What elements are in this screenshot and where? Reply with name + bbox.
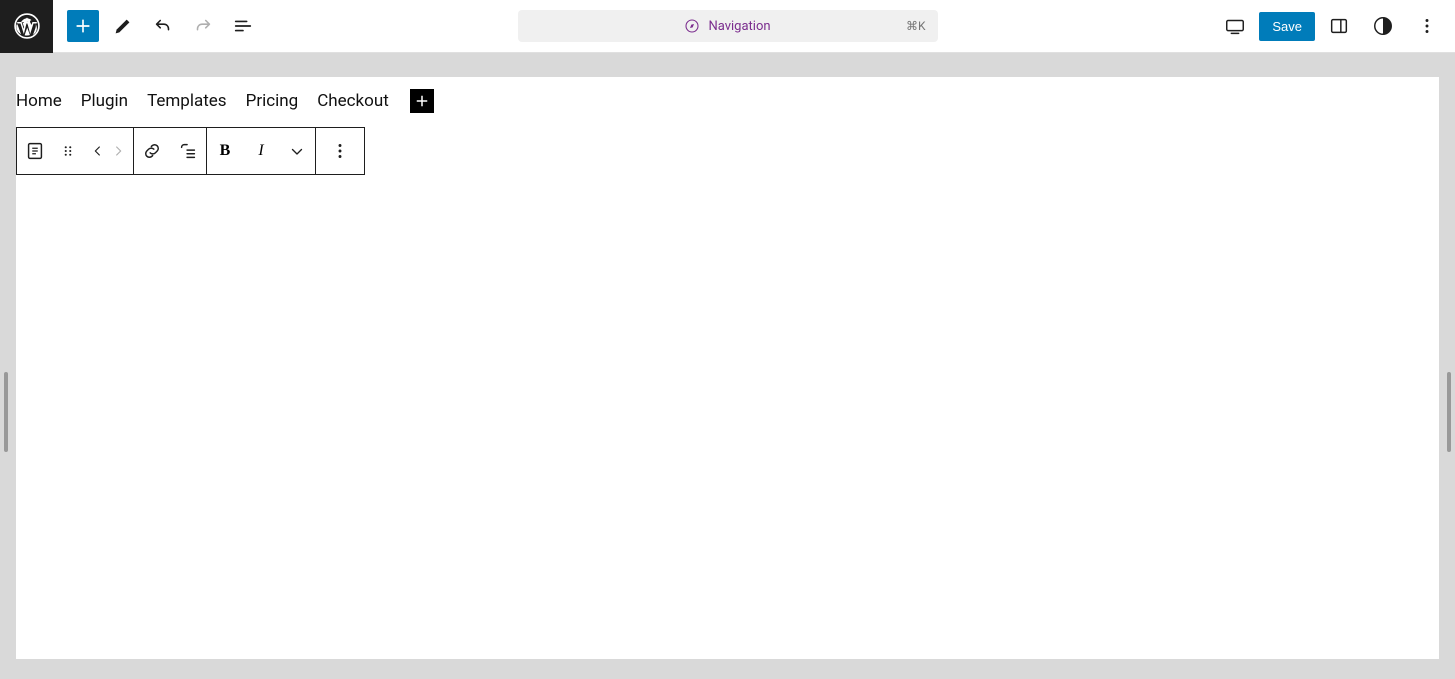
editor-canvas-wrapper: Home Plugin Templates Pricing Checkout [0, 53, 1455, 679]
move-right-button[interactable] [103, 128, 133, 174]
add-block-button[interactable] [67, 10, 99, 42]
wordpress-logo-button[interactable] [0, 0, 53, 53]
link-button[interactable] [134, 128, 170, 174]
more-vertical-icon [1416, 15, 1438, 37]
undo-button[interactable] [143, 6, 183, 46]
nav-item-checkout[interactable]: Checkout [317, 91, 389, 111]
italic-glyph: I [258, 142, 263, 160]
more-vertical-icon [329, 140, 351, 162]
sidebar-icon [1328, 15, 1350, 37]
view-button[interactable] [1215, 6, 1255, 46]
navigation-block[interactable]: Home Plugin Templates Pricing Checkout [16, 89, 1439, 113]
compass-icon [684, 18, 700, 34]
document-bar-label: Navigation [708, 19, 770, 34]
options-menu-button[interactable] [1407, 6, 1447, 46]
edit-tool-button[interactable] [103, 6, 143, 46]
redo-icon [192, 15, 214, 37]
topbar-right-tools: Save [1215, 6, 1455, 46]
topbar-center: Navigation ⌘K [518, 10, 938, 42]
chevron-down-icon [288, 142, 306, 160]
drag-icon [59, 142, 77, 160]
document-bar-shortcut: ⌘K [906, 19, 926, 33]
submenu-button[interactable] [170, 128, 206, 174]
desktop-icon [1224, 15, 1246, 37]
drag-handle-button[interactable] [53, 128, 83, 174]
editor-canvas[interactable]: Home Plugin Templates Pricing Checkout [16, 77, 1439, 659]
undo-icon [152, 15, 174, 37]
more-formatting-button[interactable] [279, 128, 315, 174]
resize-handle-right[interactable] [1447, 372, 1451, 452]
chevron-right-icon [110, 143, 126, 159]
styles-button[interactable] [1363, 6, 1403, 46]
bold-button[interactable]: B [207, 128, 243, 174]
document-bar[interactable]: Navigation ⌘K [518, 10, 938, 42]
link-icon [141, 140, 163, 162]
nav-item-plugin[interactable]: Plugin [81, 91, 128, 111]
page-list-icon [24, 140, 46, 162]
settings-sidebar-button[interactable] [1319, 6, 1359, 46]
save-button[interactable]: Save [1259, 12, 1315, 41]
italic-button[interactable]: I [243, 128, 279, 174]
styles-icon [1372, 15, 1394, 37]
document-overview-button[interactable] [223, 6, 263, 46]
bold-glyph: B [220, 142, 231, 160]
topbar-left-tools [53, 6, 263, 46]
add-nav-item-button[interactable] [410, 89, 434, 113]
block-options-button[interactable] [316, 128, 364, 174]
pencil-icon [112, 15, 134, 37]
plus-icon [413, 92, 431, 110]
list-view-icon [232, 15, 254, 37]
nav-item-home[interactable]: Home [16, 91, 62, 111]
block-toolbar: B I [16, 127, 365, 175]
nav-item-pricing[interactable]: Pricing [246, 91, 299, 111]
nav-item-templates[interactable]: Templates [147, 91, 227, 111]
redo-button[interactable] [183, 6, 223, 46]
block-type-button[interactable] [17, 128, 53, 174]
editor-top-bar: Navigation ⌘K Save [0, 0, 1455, 53]
submenu-icon [177, 140, 199, 162]
resize-handle-left[interactable] [4, 372, 8, 452]
wordpress-icon [14, 13, 40, 39]
plus-icon [72, 15, 94, 37]
